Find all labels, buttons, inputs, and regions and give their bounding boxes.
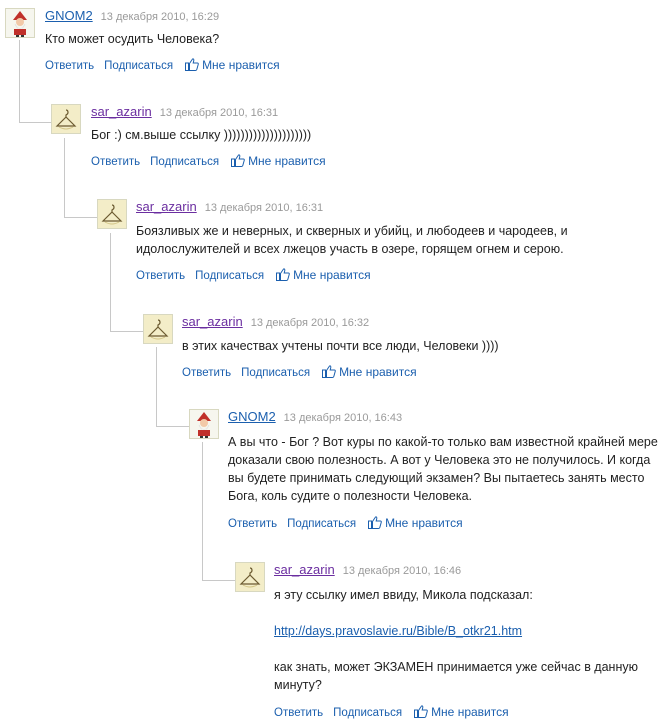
like-button[interactable]: Мне нравится [414,705,509,719]
like-label: Мне нравится [293,268,371,282]
thread-line [110,233,111,331]
comment-text: я эту ссылку имел ввиду, Микола подсказа… [274,586,654,694]
subscribe-button[interactable]: Подписаться [150,156,219,168]
comment-date: 13 декабря 2010, 16:29 [100,11,220,23]
thread-line [202,580,235,581]
comment-paragraph: Боязливых же и неверных, и скверных и уб… [136,224,568,256]
subscribe-button[interactable]: Подписаться [287,518,356,530]
reply-button[interactable]: Ответить [182,367,231,379]
comment-link[interactable]: http://days.pravoslavie.ru/Bible/B_otkr2… [274,624,522,638]
thumbs-up-icon [231,154,245,167]
like-label: Мне нравится [248,154,326,168]
thread-line [64,217,97,218]
thumbs-up-icon [276,268,290,281]
subscribe-button[interactable]: Подписаться [241,367,310,379]
comment-paragraph: как знать, может ЭКЗАМЕН принимается уже… [274,660,638,692]
like-label: Мне нравится [202,58,280,72]
comment-actions: Ответить Подписаться Мне нравится [45,57,667,73]
like-button[interactable]: Мне нравится [368,516,463,530]
comment-thread: GNOM2 13 декабря 2010, 16:29 Кто может ос… [0,0,672,728]
comment-paragraph: в этих качествах учтены почти все люди, … [182,339,499,353]
thread-line [110,331,143,332]
thumbs-up-icon [322,365,336,378]
comment-meta: GNOM2 13 декабря 2010, 16:43 [228,409,667,425]
subscribe-button[interactable]: Подписаться [195,270,264,282]
thread-line [19,40,20,122]
comment-meta: sar_azarin 13 декабря 2010, 16:46 [274,562,667,578]
comment-meta: GNOM2 13 декабря 2010, 16:29 [45,8,667,24]
comment-date: 13 декабря 2010, 16:31 [159,107,279,119]
comment-meta: sar_azarin 13 декабря 2010, 16:31 [91,104,667,120]
like-label: Мне нравится [339,365,417,379]
reply-button[interactable]: Ответить [45,60,94,72]
reply-button[interactable]: Ответить [274,707,323,719]
comment-actions: Ответить Подписаться Мне нравится [136,267,672,283]
hanger-avatar-icon[interactable] [97,199,127,229]
comment-text: А вы что - Бог ? Вот куры по какой-то то… [228,433,664,505]
author-link[interactable]: GNOM2 [228,409,276,424]
gnome-avatar-icon[interactable] [189,409,219,439]
reply-button[interactable]: Ответить [136,270,185,282]
reply-button[interactable]: Ответить [228,518,277,530]
comment-actions: Ответить Подписаться Мне нравится [91,153,667,169]
comment-text: Бог :) см.выше ссылку ))))))))))))))))))… [91,126,667,144]
thumbs-up-icon [368,516,382,529]
comment-actions: Ответить Подписаться Мне нравится [182,364,667,380]
like-label: Мне нравится [431,705,509,719]
comment-text: в этих качествах учтены почти все люди, … [182,337,667,355]
author-link[interactable]: sar_azarin [136,199,197,214]
like-button[interactable]: Мне нравится [231,154,326,168]
like-button[interactable]: Мне нравится [322,365,417,379]
thread-line [156,426,189,427]
subscribe-button[interactable]: Подписаться [104,60,173,72]
author-link[interactable]: GNOM2 [45,8,93,23]
thread-line [64,138,65,217]
comment-paragraph: А вы что - Бог ? Вот куры по какой-то то… [228,435,658,503]
comment-paragraph: я эту ссылку имел ввиду, Микола подсказа… [274,588,533,602]
comment-paragraph: Кто может осудить Человека? [45,32,220,46]
comment-text: Боязливых же и неверных, и скверных и уб… [136,222,672,258]
author-link[interactable]: sar_azarin [91,104,152,119]
comment-actions: Ответить Подписаться Мне нравится [274,704,667,720]
author-link[interactable]: sar_azarin [182,314,243,329]
comment-paragraph: Бог :) см.выше ссылку ))))))))))))))))))… [91,128,312,142]
comment-date: 13 декабря 2010, 16:43 [283,412,403,424]
comment-meta: sar_azarin 13 декабря 2010, 16:32 [182,314,667,330]
hanger-avatar-icon[interactable] [143,314,173,344]
gnome-avatar-icon[interactable] [5,8,35,38]
comment-date: 13 декабря 2010, 16:31 [204,202,324,214]
thread-line [156,347,157,426]
like-label: Мне нравится [385,516,463,530]
author-link[interactable]: sar_azarin [274,562,335,577]
reply-button[interactable]: Ответить [91,156,140,168]
thumbs-up-icon [414,705,428,718]
comment-text: Кто может осудить Человека? [45,30,667,48]
comment-meta: sar_azarin 13 декабря 2010, 16:31 [136,199,672,215]
subscribe-button[interactable]: Подписаться [333,707,402,719]
thumbs-up-icon [185,58,199,71]
like-button[interactable]: Мне нравится [185,58,280,72]
hanger-avatar-icon[interactable] [51,104,81,134]
comment-actions: Ответить Подписаться Мне нравится [228,515,667,531]
comment-date: 13 декабря 2010, 16:32 [250,317,370,329]
comment-date: 13 декабря 2010, 16:46 [342,565,462,577]
hanger-avatar-icon[interactable] [235,562,265,592]
like-button[interactable]: Мне нравится [276,268,371,282]
thread-line [19,122,51,123]
thread-line [202,442,203,580]
